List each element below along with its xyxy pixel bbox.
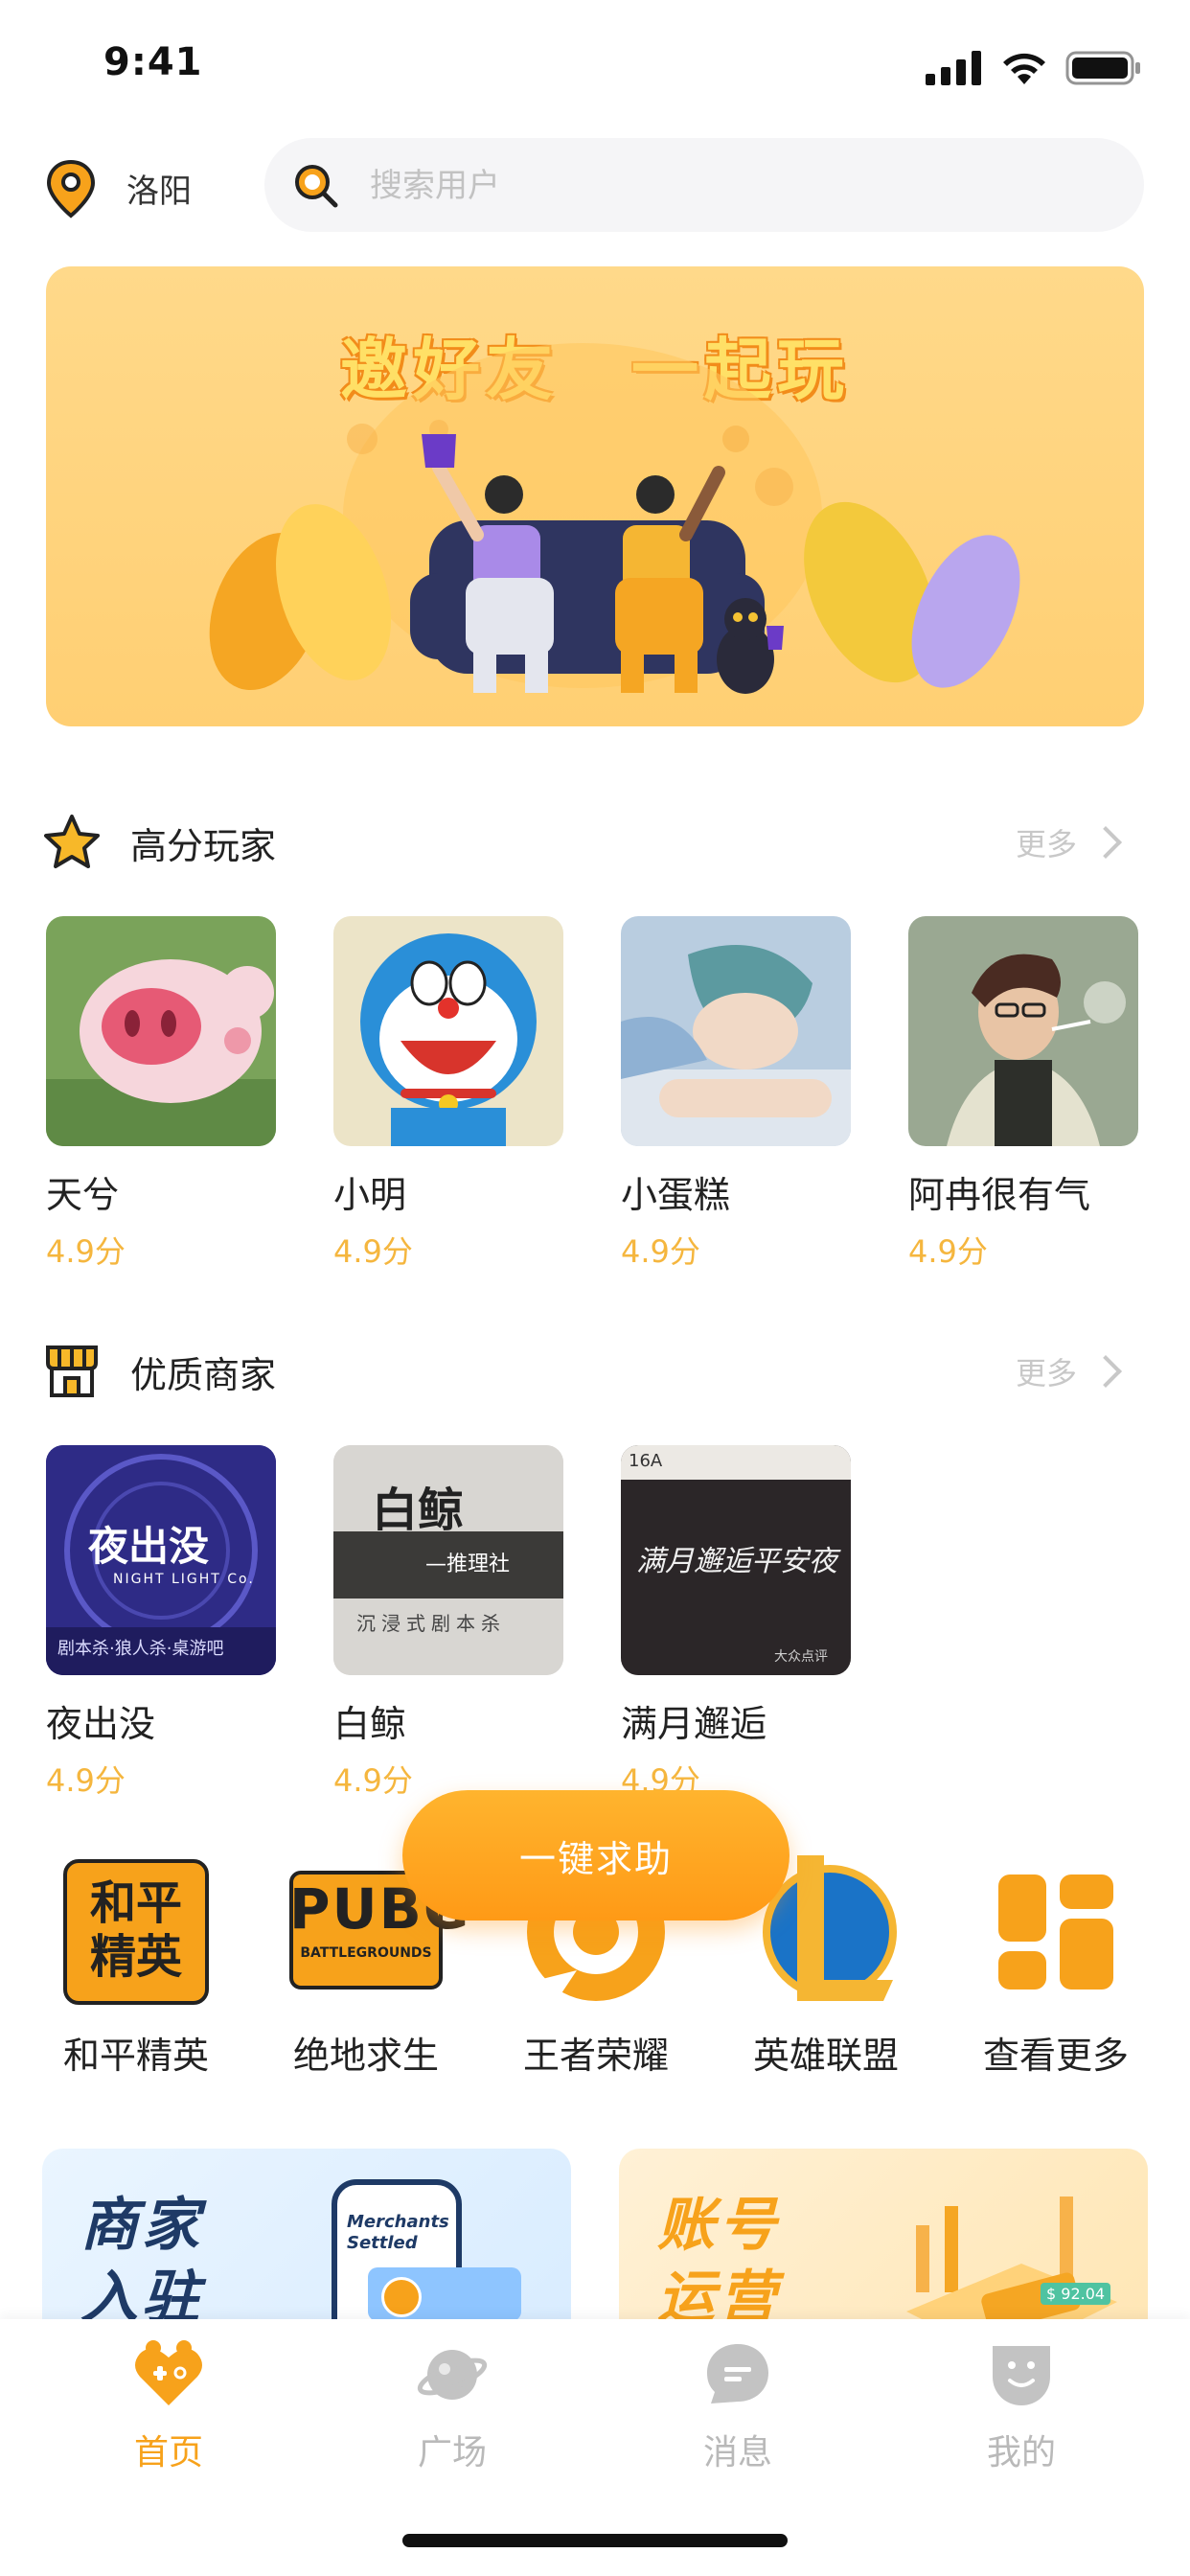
merchant-sign-text: 夜出没 — [88, 1523, 210, 1570]
merchant-sign-foot: 剧本杀·狼人杀·桌游吧 — [57, 1639, 224, 1659]
merchant-photo: 16A 满月邂逅平安夜 大众点评 — [621, 1445, 851, 1675]
game-icon-sub: BATTLEGROUNDS — [300, 1945, 432, 1961]
tab-label: 我的 — [986, 2433, 1056, 2472]
wifi-icon — [1003, 53, 1045, 84]
more-label: 更多 — [1015, 826, 1077, 862]
tab-home[interactable]: 首页 — [73, 2338, 264, 2474]
grid-more-icon — [979, 1855, 1133, 2009]
promo-price: $ 92.04 — [1041, 2283, 1111, 2305]
player-name: 小蛋糕 — [621, 1174, 731, 1216]
face-icon — [993, 2346, 1050, 2405]
merchant-sign-sub: —推理社 — [425, 1552, 511, 1576]
star-icon — [44, 815, 100, 868]
chevron-right-icon — [1089, 1355, 1122, 1388]
location-pin-icon[interactable] — [44, 159, 98, 218]
game-name: 王者荣耀 — [522, 2035, 669, 2077]
merchant-sign-sub: 16A — [629, 1451, 663, 1471]
merchant-card[interactable]: 白鲸 —推理社 沉浸式剧本杀 白鲸 4.9分 — [333, 1445, 563, 1801]
merchant-sign-foot: 大众点评 — [774, 1649, 828, 1665]
promo-title: 商家 入驻 — [80, 2189, 203, 2334]
merchant-card[interactable]: 夜出没 NIGHT LIGHT Co. 剧本杀·狼人杀·桌游吧 夜出没 4.9分 — [46, 1445, 276, 1801]
merchant-sign-foot: 沉浸式剧本杀 — [356, 1612, 506, 1635]
player-name: 小明 — [333, 1174, 407, 1216]
chat-bubble-icon — [707, 2344, 768, 2404]
player-score: 4.9分 — [46, 1233, 126, 1270]
home-indicator — [402, 2534, 788, 2547]
promo-title: 账号 运营 — [657, 2189, 780, 2334]
player-card[interactable]: 小蛋糕 4.9分 — [621, 916, 851, 1272]
peace-elite-icon: 和平精英 — [59, 1855, 213, 2009]
tab-label: 广场 — [417, 2433, 487, 2472]
shop-icon — [46, 1346, 98, 1397]
game-name: 和平精英 — [62, 2035, 209, 2077]
merchant-sign-text: 满月邂逅平安夜 — [636, 1545, 837, 1578]
invite-friends-banner[interactable]: 邀好友 一起玩 — [46, 266, 1144, 726]
tab-mine[interactable]: 我的 — [926, 2338, 1117, 2474]
player-score: 4.9分 — [333, 1233, 413, 1270]
more-label: 更多 — [1015, 1355, 1077, 1392]
merchant-name: 夜出没 — [46, 1703, 156, 1745]
game-icon-text: 和平精英 — [89, 1876, 182, 1984]
player-score: 4.9分 — [908, 1233, 988, 1270]
merchant-score: 4.9分 — [46, 1762, 126, 1799]
player-card[interactable]: 天兮 4.9分 — [46, 916, 276, 1272]
player-card[interactable]: 小明 4.9分 — [333, 916, 563, 1272]
tab-messages[interactable]: 消息 — [642, 2338, 834, 2474]
search-input[interactable] — [368, 161, 1100, 211]
merchant-name: 白鲸 — [333, 1703, 407, 1745]
location-city[interactable]: 洛阳 — [126, 165, 192, 212]
tab-label: 消息 — [702, 2433, 772, 2472]
battery-icon — [1065, 51, 1140, 85]
merchant-photo: 夜出没 NIGHT LIGHT Co. 剧本杀·狼人杀·桌游吧 — [46, 1445, 276, 1675]
merchant-photo: 白鲸 —推理社 沉浸式剧本杀 — [333, 1445, 563, 1675]
tab-square[interactable]: 广场 — [356, 2338, 548, 2474]
game-item-see-more[interactable]: 查看更多 — [960, 1855, 1152, 2079]
game-name: 绝地求生 — [292, 2035, 439, 2077]
player-name: 天兮 — [46, 1174, 120, 1216]
top-players-more-link[interactable]: 更多 — [1015, 820, 1122, 864]
planet-icon — [417, 2350, 488, 2400]
search-icon — [295, 165, 338, 208]
player-score: 4.9分 — [621, 1233, 700, 1270]
section-title-top-players: 高分玩家 — [130, 825, 277, 867]
one-click-help-button[interactable]: 一键求助 — [402, 1790, 790, 1920]
player-avatar — [333, 916, 563, 1146]
merchant-sign-sub: NIGHT LIGHT Co. — [113, 1572, 255, 1587]
player-card[interactable]: 阿冉很有气 4.9分 — [908, 916, 1138, 1272]
merchant-sign-text: 白鲸 — [372, 1484, 465, 1537]
game-name: 查看更多 — [982, 2035, 1129, 2077]
player-avatar — [46, 916, 276, 1146]
player-name: 阿冉很有气 — [908, 1174, 1091, 1216]
merchant-name: 满月邂逅 — [621, 1703, 767, 1745]
banner-illustration — [209, 343, 1020, 694]
merchant-card[interactable]: 16A 满月邂逅平安夜 大众点评 满月邂逅 4.9分 — [621, 1445, 851, 1801]
player-avatar — [908, 916, 1138, 1146]
status-icons — [926, 50, 1142, 86]
signal-icon — [926, 51, 981, 85]
game-name: 英雄联盟 — [752, 2035, 899, 2077]
promo-title-line1: 商家 — [80, 2192, 203, 2259]
promo-coin — [381, 2277, 422, 2317]
merchants-more-link[interactable]: 更多 — [1015, 1349, 1122, 1393]
phone-text: Merchants Settled — [347, 2212, 449, 2253]
tab-label: 首页 — [133, 2433, 203, 2472]
player-avatar — [621, 916, 851, 1146]
home-gamepad-icon — [135, 2340, 202, 2405]
status-time: 9:41 — [103, 40, 203, 84]
section-title-merchants: 优质商家 — [130, 1354, 277, 1396]
game-item-peace-elite[interactable]: 和平精英 和平精英 — [40, 1855, 232, 2079]
chevron-right-icon — [1089, 826, 1122, 859]
promo-title-line1: 账号 — [657, 2192, 780, 2259]
